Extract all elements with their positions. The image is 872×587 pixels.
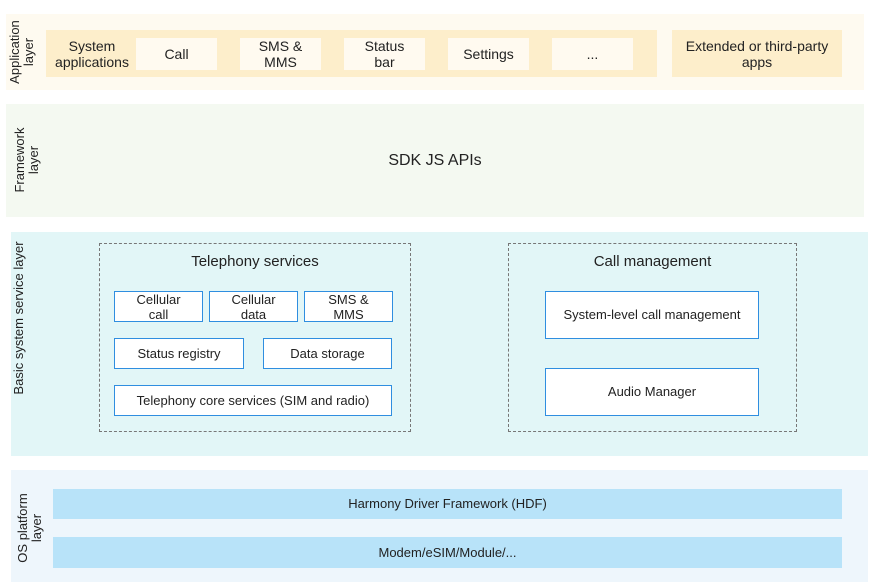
data-storage: Data storage bbox=[263, 338, 392, 369]
app-status-bar: Status bar bbox=[344, 38, 425, 70]
extended-apps: Extended or third-party apps bbox=[672, 30, 842, 77]
application-layer-label: Application layer bbox=[7, 20, 36, 84]
app-settings: Settings bbox=[448, 38, 529, 70]
system-level-call-management: System-level call management bbox=[545, 291, 759, 339]
sdk-js-apis: SDK JS APIs bbox=[388, 151, 482, 169]
cellular-call: Cellular call bbox=[114, 291, 203, 322]
sms-mms-service: SMS & MMS bbox=[304, 291, 393, 322]
call-management-title: Call management bbox=[593, 253, 712, 270]
framework-layer-label: Framework layer bbox=[12, 127, 41, 193]
app-more: ... bbox=[552, 38, 633, 70]
audio-manager: Audio Manager bbox=[545, 368, 759, 416]
cellular-data: Cellular data bbox=[209, 291, 298, 322]
status-registry: Status registry bbox=[114, 338, 244, 369]
framework-layer: SDK JS APIs bbox=[6, 104, 864, 217]
modem-esim-module: Modem/eSIM/Module/... bbox=[53, 537, 842, 568]
app-sms-mms: SMS & MMS bbox=[240, 38, 321, 70]
os-layer-label: OS platform layer bbox=[15, 493, 44, 563]
harmony-driver-framework: Harmony Driver Framework (HDF) bbox=[53, 489, 842, 519]
system-applications-label: System applications bbox=[55, 37, 129, 70]
app-call: Call bbox=[136, 38, 217, 70]
telephony-core-services: Telephony core services (SIM and radio) bbox=[114, 385, 392, 416]
telephony-services-title: Telephony services bbox=[191, 253, 319, 270]
basic-layer-label: Basic system service layer bbox=[11, 241, 26, 395]
